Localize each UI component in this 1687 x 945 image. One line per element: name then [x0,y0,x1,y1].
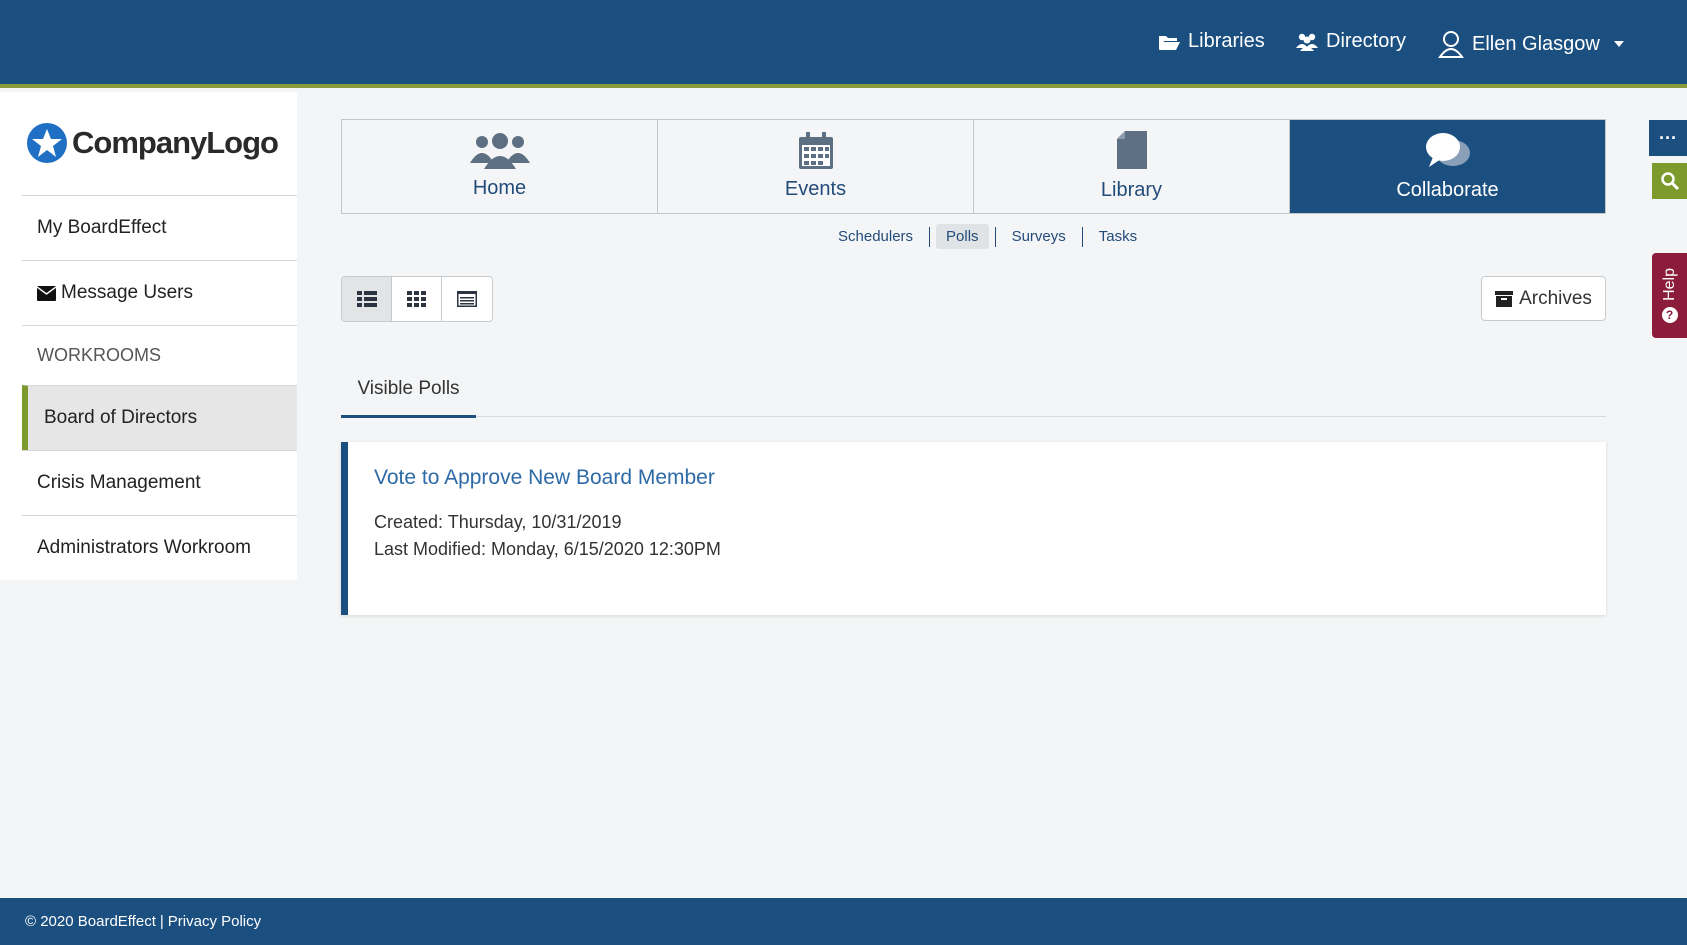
star-logo-icon [27,123,67,163]
user-menu[interactable]: Ellen Glasgow [1438,30,1624,58]
subnav-surveys[interactable]: Surveys [1002,224,1076,249]
grid-view-icon [406,291,426,307]
user-name: Ellen Glasgow [1472,32,1600,55]
detail-view-icon [457,291,477,307]
tab-events[interactable]: Events [658,120,974,213]
list-view-icon [356,291,377,307]
calendar-icon [798,132,833,169]
sidebar-item-label: Administrators Workroom [37,537,251,558]
list-view-button[interactable] [342,277,392,321]
workrooms-heading-label: WORKROOMS [37,345,161,365]
directory-label: Directory [1326,30,1407,52]
view-toggle-group [341,276,493,322]
tab-home-label: Home [472,177,527,199]
sidebar-item-administrators-workroom[interactable]: Administrators Workroom [22,515,297,580]
sub-navigation: Schedulers Polls Surveys Tasks [828,224,1147,249]
help-label: Help [1660,268,1678,301]
visible-polls-label: Visible Polls [357,378,460,399]
archive-box-icon [1495,290,1514,307]
poll-modified-date: Last Modified: Monday, 6/15/2020 12:30PM [374,539,721,559]
folder-open-icon [1159,35,1180,50]
tab-collaborate-label: Collaborate [1396,179,1499,201]
subnav-polls[interactable]: Polls [936,224,989,249]
main-tabs: Home Events Library Collaborate [341,119,1606,214]
poll-created-date: Created: Thursday, 10/31/2019 [374,512,622,532]
company-logo[interactable]: CompanyLogo [26,122,279,164]
tab-library-label: Library [1100,179,1163,201]
more-options-button[interactable]: ··· [1649,120,1687,156]
chevron-down-icon [1613,41,1624,47]
poll-card: Vote to Approve New Board Member Created… [341,442,1606,615]
users-icon [1296,33,1318,51]
grid-view-button[interactable] [392,277,442,321]
poll-title-link[interactable]: Vote to Approve New Board Member [374,466,715,490]
directory-link[interactable]: Directory [1296,30,1406,53]
libraries-label: Libraries [1188,30,1265,52]
sidebar-item-crisis-management[interactable]: Crisis Management [22,450,297,515]
sidebar-item-label: Message Users [61,282,193,303]
sidebar-item-label: Crisis Management [37,472,201,493]
ellipsis-icon: ··· [1659,127,1677,148]
archives-label: Archives [1519,287,1592,309]
user-outline-icon [1438,31,1464,58]
tab-collaborate[interactable]: Collaborate [1290,120,1605,213]
subnav-divider [1081,226,1083,247]
group-icon [469,133,530,169]
footer: © 2020 BoardEffect | Privacy Policy [0,898,1687,945]
help-tab[interactable]: Help ? [1652,253,1687,338]
subnav-tasks[interactable]: Tasks [1089,224,1147,249]
sidebar-item-label: My BoardEffect [37,217,167,238]
envelope-icon [37,285,56,301]
footer-separator: | [159,913,164,930]
document-icon [1116,131,1147,169]
sidebar-item-message-users[interactable]: Message Users [22,260,297,325]
tab-home[interactable]: Home [342,120,658,213]
tab-library[interactable]: Library [974,120,1290,213]
libraries-link[interactable]: Libraries [1158,30,1265,53]
footer-copyright: © 2020 BoardEffect [25,913,156,930]
question-circle-icon: ? [1661,306,1678,323]
chat-bubbles-icon [1425,133,1470,167]
subnav-schedulers[interactable]: Schedulers [828,224,923,249]
detail-view-button[interactable] [442,277,492,321]
logo-text: CompanyLogo [72,125,279,160]
sidebar-item-label: Board of Directors [44,407,198,428]
tab-events-label: Events [784,178,847,200]
top-header: Libraries Directory Ellen Glasgow [0,0,1687,88]
sidebar-item-board-of-directors[interactable]: Board of Directors [22,385,297,450]
search-button[interactable] [1652,163,1687,199]
polls-tab-divider [341,416,1606,417]
tab-visible-polls[interactable]: Visible Polls [341,378,476,418]
sidebar: CompanyLogo My BoardEffect Message Users… [0,92,297,580]
search-icon [1660,172,1679,190]
subnav-divider [929,226,931,247]
subnav-divider [994,226,996,247]
sidebar-item-my-boardeffect[interactable]: My BoardEffect [22,195,297,260]
archives-button[interactable]: Archives [1481,276,1606,321]
privacy-policy-link[interactable]: Privacy Policy [168,913,261,930]
workrooms-heading: WORKROOMS [22,325,297,385]
